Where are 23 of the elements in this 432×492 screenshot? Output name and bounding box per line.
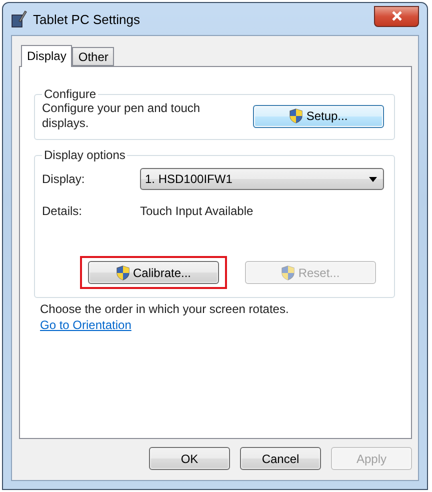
close-button[interactable]: [374, 6, 419, 26]
shield-icon: [116, 264, 130, 280]
shield-icon: [281, 264, 296, 280]
tab[interactable]: Other: [72, 47, 114, 66]
field-label: Details:: [42, 204, 84, 218]
dialog-button[interactable]: Cancel: [240, 447, 321, 470]
dialog-button[interactable]: OK: [149, 447, 230, 470]
close-icon: [390, 11, 402, 21]
details-value: Touch Input Available: [140, 204, 254, 218]
instruction-text: Choose the order in which your screen rotates.: [40, 302, 290, 316]
action-button[interactable]: Calibrate...: [88, 261, 219, 284]
setup-button[interactable]: Setup...: [253, 104, 384, 128]
window-title: Tablet PC Settings: [33, 12, 141, 26]
display-dropdown[interactable]: 1. HSD100IFW1: [140, 168, 384, 190]
group-title: Configure: [43, 87, 98, 101]
tab[interactable]: Display: [21, 45, 72, 67]
dropdown-arrow-icon: [369, 176, 377, 182]
orientation-link[interactable]: Go to Orientation: [40, 318, 132, 332]
description-text: Configure your pen and touch displays.: [42, 101, 202, 131]
tablet-pen-icon: [11, 10, 27, 28]
group-title: Display options: [43, 148, 126, 162]
shield-icon: [289, 108, 304, 124]
field-label: Display:: [42, 172, 86, 186]
